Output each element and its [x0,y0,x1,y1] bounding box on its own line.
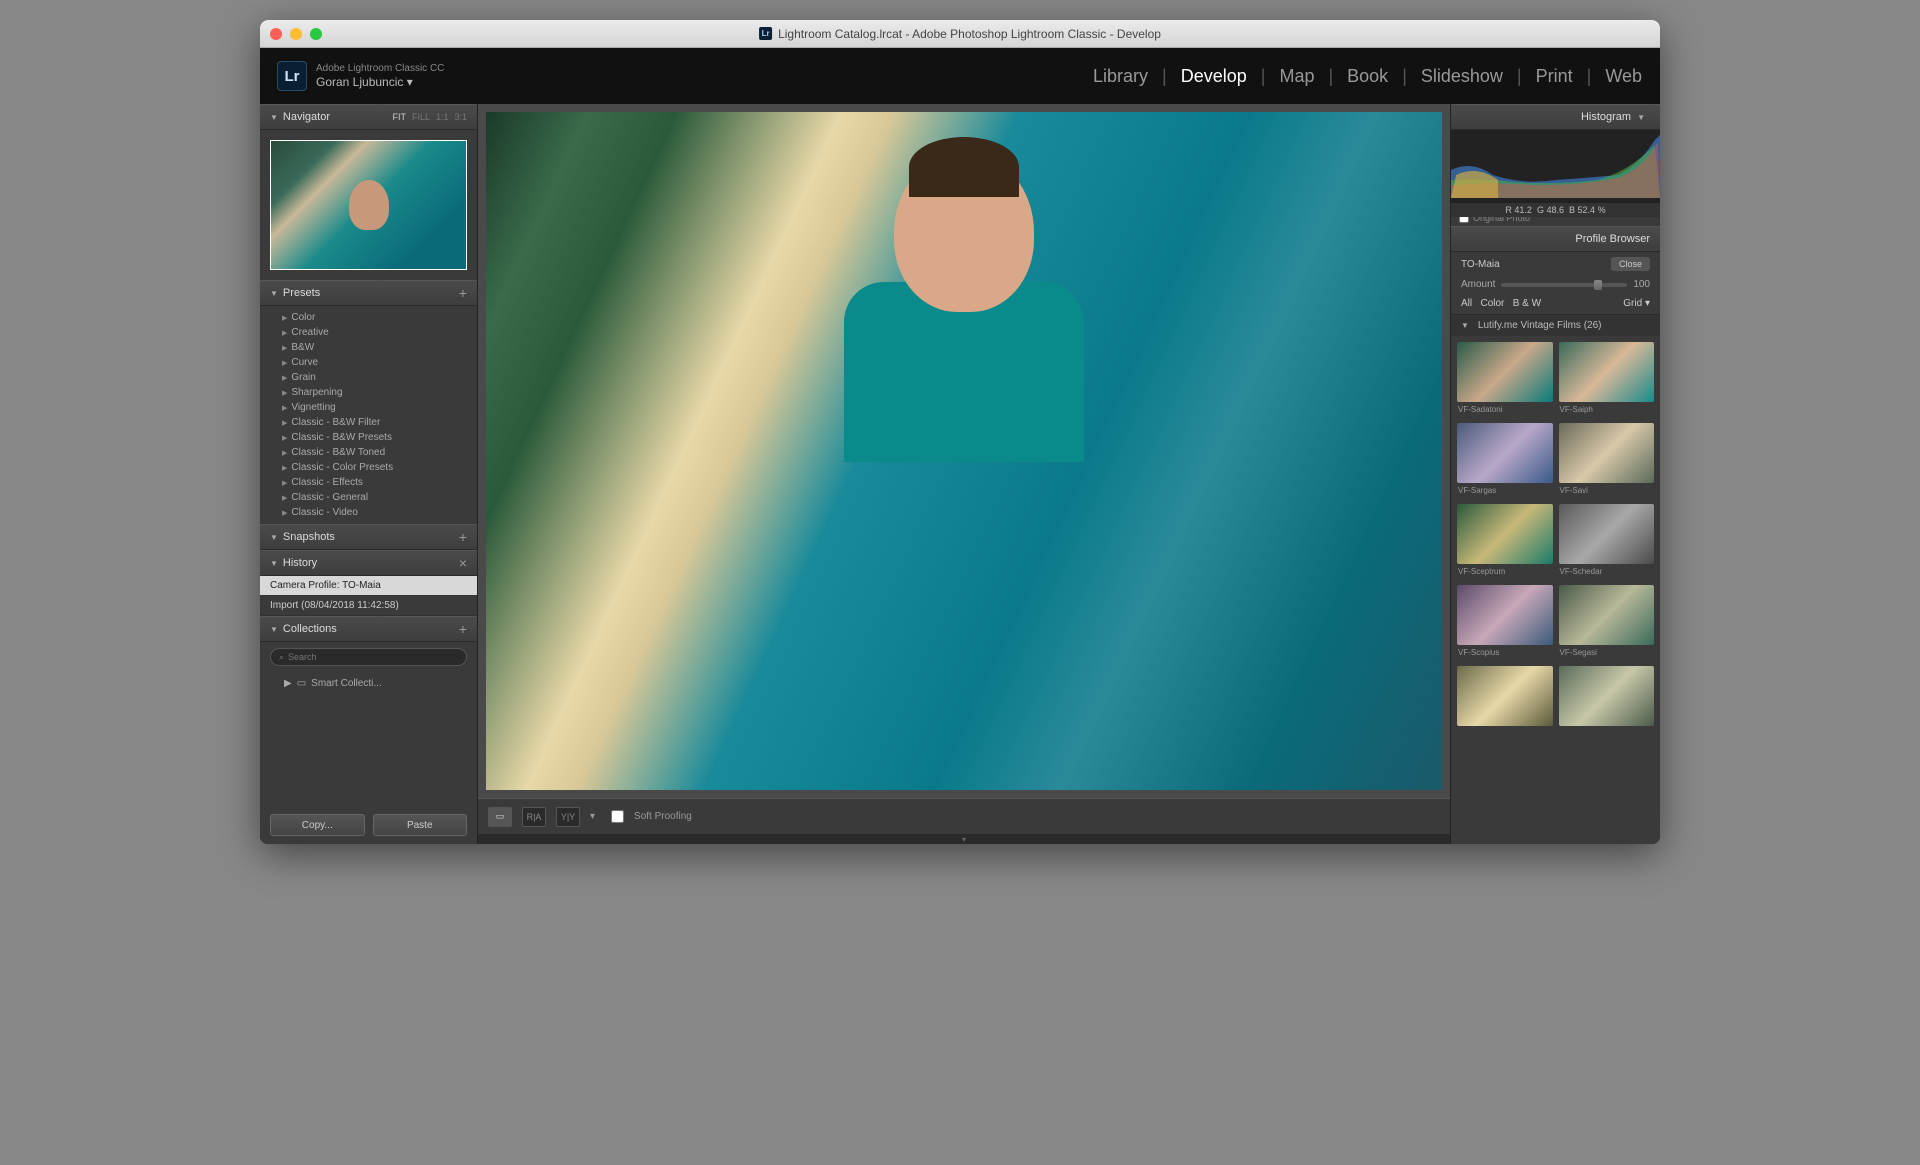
paste-button[interactable]: Paste [373,814,468,836]
smart-collections[interactable]: ▶▭ Smart Collecti... [260,672,477,695]
histogram-header[interactable]: Histogram▼ [1451,104,1660,130]
preset-group[interactable]: ▶Creative [282,325,477,340]
filter-bw[interactable]: B & W [1513,298,1541,309]
profile-thumb[interactable]: VF-Scopius [1457,585,1553,660]
minimize-window-button[interactable] [290,28,302,40]
amount-value[interactable]: 100 [1633,279,1650,290]
histogram-display[interactable]: R 41.2 G 48.6 B 52.4 % [1451,130,1660,210]
image-canvas[interactable] [478,104,1450,798]
app-name: Adobe Lightroom Classic CC [316,62,444,75]
preset-group[interactable]: ▶Vignetting [282,400,477,415]
app-icon: Lr [759,27,772,40]
profile-thumb[interactable]: VF-Schedar [1559,504,1655,579]
profile-thumb[interactable]: VF-Saiph [1559,342,1655,417]
profile-thumb[interactable]: VF-Segasi [1559,585,1655,660]
module-web[interactable]: Web [1605,66,1642,87]
user-name: Goran Ljubuncic [316,75,403,89]
history-header[interactable]: ▼History × [260,550,477,576]
view-mode-dropdown[interactable]: Grid ▾ [1623,298,1650,309]
presets-list: ▶Color ▶Creative ▶B&W ▶Curve ▶Grain ▶Sha… [260,306,477,524]
collections-search-input[interactable]: ⌕ Search [270,648,467,666]
add-collection-button[interactable]: + [459,621,467,637]
profile-thumb[interactable]: VF-Sceptrum [1457,504,1553,579]
profile-grid[interactable]: VF-Sadatoni VF-Saiph VF-Sargas VF-Savi V… [1451,336,1660,844]
before-after-tb-button[interactable]: Y|Y [556,807,580,827]
zoom-1-1[interactable]: 1:1 [436,112,449,122]
history-item[interactable]: Camera Profile: TO-Maia [260,576,477,596]
amount-label: Amount [1461,279,1495,290]
right-panel: Histogram▼ R 41.2 G 48.6 B 52.4 % Origin… [1450,104,1660,844]
preset-group[interactable]: ▶B&W [282,340,477,355]
zoom-fill[interactable]: FILL [412,112,430,122]
filmstrip-grip[interactable] [478,834,1450,844]
module-slideshow[interactable]: Slideshow [1421,66,1503,87]
current-profile-name: TO-Maia [1461,259,1500,270]
presets-header[interactable]: ▼Presets + [260,280,477,306]
copy-button[interactable]: Copy... [270,814,365,836]
module-picker: Library| Develop| Map| Book| Slideshow| … [1093,66,1642,87]
amount-slider[interactable] [1501,283,1627,287]
navigator-header[interactable]: ▼Navigator FIT FILL 1:1 3:1 [260,104,477,130]
profile-thumb[interactable]: VF-Sargas [1457,423,1553,498]
close-window-button[interactable] [270,28,282,40]
module-library[interactable]: Library [1093,66,1148,87]
rgb-readout: R 41.2 G 48.6 B 52.4 % [1451,203,1660,217]
filter-all[interactable]: All [1461,298,1472,309]
identity-plate-bar: Lr Adobe Lightroom Classic CC Goran Ljub… [260,48,1660,104]
before-after-lr-button[interactable]: R|A [522,807,546,827]
center-panel: ▭ R|A Y|Y ▾ Soft Proofing [478,104,1450,844]
loupe-view-button[interactable]: ▭ [488,807,512,827]
profile-group-header[interactable]: ▼Lutify.me Vintage Films (26) [1451,315,1660,336]
add-preset-button[interactable]: + [459,285,467,301]
traffic-lights [270,28,322,40]
preset-group[interactable]: ▶Color [282,310,477,325]
history-item[interactable]: Import (08/04/2018 11:42:58) [260,596,477,616]
preset-group[interactable]: ▶Classic - Video [282,505,477,520]
lr-logo-icon: Lr [278,62,306,90]
zoom-3-1[interactable]: 3:1 [454,112,467,122]
zoom-window-button[interactable] [310,28,322,40]
preset-group[interactable]: ▶Classic - B&W Filter [282,415,477,430]
left-panel: ▼Navigator FIT FILL 1:1 3:1 ▼Presets + ▶… [260,104,478,844]
history-list: Camera Profile: TO-Maia Import (08/04/20… [260,576,477,616]
main-photo [486,112,1442,790]
preset-group[interactable]: ▶Sharpening [282,385,477,400]
window-title: Lr Lightroom Catalog.lrcat - Adobe Photo… [759,27,1161,41]
close-profile-browser-button[interactable]: Close [1611,257,1650,271]
zoom-fit[interactable]: FIT [392,112,406,122]
folder-icon: ▭ [297,678,306,689]
titlebar: Lr Lightroom Catalog.lrcat - Adobe Photo… [260,20,1660,48]
app-window: Lr Lightroom Catalog.lrcat - Adobe Photo… [260,20,1660,844]
preset-group[interactable]: ▶Curve [282,355,477,370]
profile-thumb[interactable]: VF-Sadatoni [1457,342,1553,417]
preset-group[interactable]: ▶Classic - Color Presets [282,460,477,475]
soft-proofing-label: Soft Proofing [634,811,692,822]
identity-plate[interactable]: Lr Adobe Lightroom Classic CC Goran Ljub… [278,62,444,91]
filter-color[interactable]: Color [1480,298,1504,309]
preset-group[interactable]: ▶Classic - General [282,490,477,505]
preset-group[interactable]: ▶Classic - Effects [282,475,477,490]
bottom-toolbar: ▭ R|A Y|Y ▾ Soft Proofing [478,798,1450,834]
preset-group[interactable]: ▶Classic - B&W Toned [282,445,477,460]
module-book[interactable]: Book [1347,66,1388,87]
add-snapshot-button[interactable]: + [459,529,467,545]
soft-proofing-checkbox[interactable] [611,810,624,823]
profile-thumb[interactable] [1457,666,1553,732]
module-print[interactable]: Print [1536,66,1573,87]
preset-group[interactable]: ▶Classic - B&W Presets [282,430,477,445]
module-map[interactable]: Map [1279,66,1314,87]
preset-group[interactable]: ▶Grain [282,370,477,385]
profile-thumb[interactable]: VF-Savi [1559,423,1655,498]
module-develop[interactable]: Develop [1181,66,1247,87]
search-icon: ⌕ [279,652,284,663]
profile-browser-header[interactable]: Profile Browser [1451,226,1660,252]
snapshots-header[interactable]: ▼Snapshots + [260,524,477,550]
clear-history-button[interactable]: × [459,555,467,571]
navigator-preview[interactable] [260,130,477,280]
profile-thumb[interactable] [1559,666,1655,732]
collections-header[interactable]: ▼Collections + [260,616,477,642]
view-options-menu[interactable]: ▾ [590,811,595,822]
